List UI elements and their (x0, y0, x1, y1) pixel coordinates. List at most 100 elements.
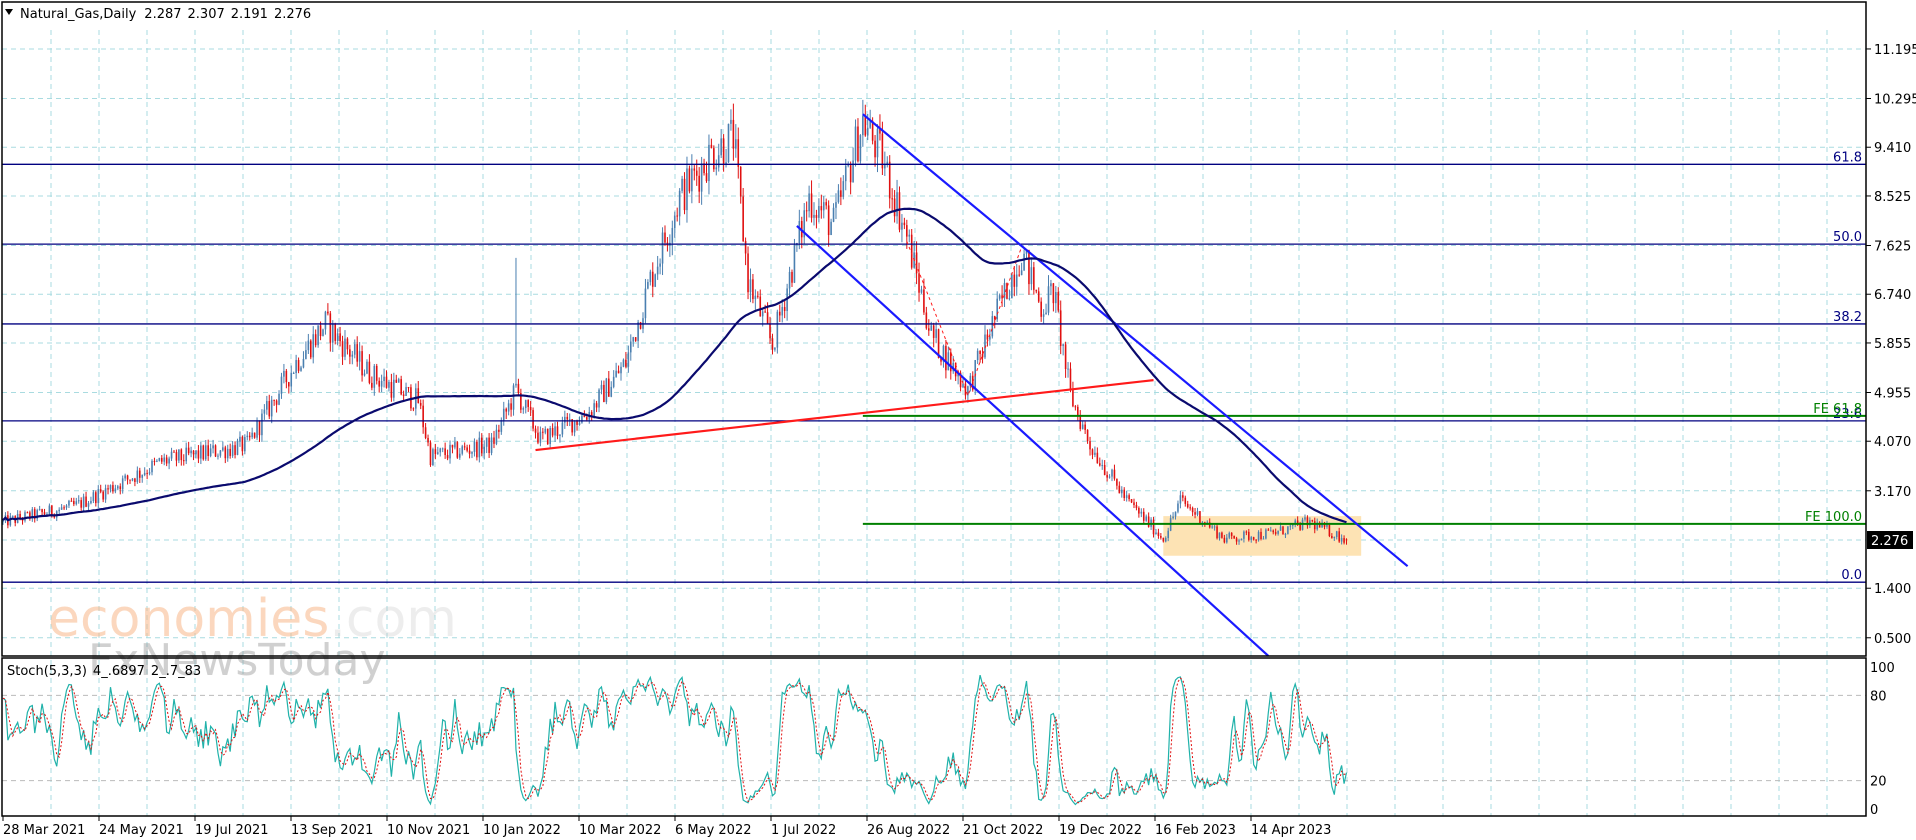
candle-body (947, 352, 950, 371)
candle-body (385, 376, 388, 388)
candle-body (500, 420, 503, 432)
candle-body (1226, 537, 1228, 543)
candle-body (173, 451, 175, 453)
candle-body (1345, 539, 1348, 541)
candle-body (1343, 538, 1345, 543)
symbol-label: Natural_Gas,Daily (20, 7, 137, 22)
candle-body (437, 452, 439, 454)
candle-body (1191, 507, 1194, 513)
candle-body (246, 435, 249, 438)
x-tick-label: 16 Feb 2023 (1155, 823, 1236, 838)
y-tick-label: 7.625 (1874, 240, 1911, 255)
high-value: 2.307 (188, 7, 225, 22)
candle-body (661, 232, 664, 264)
svg-text:Natural_Gas,Daily2.2872.3072.1: Natural_Gas,Daily 2.287 2.307 2.191 2.276 (20, 7, 311, 22)
candle-body (65, 505, 68, 508)
candle-body (901, 222, 903, 230)
candle-body (564, 416, 566, 423)
candle-body (1130, 499, 1133, 503)
candle-body (996, 298, 998, 320)
y-tick-label: 0.500 (1874, 632, 1911, 647)
candle-body (119, 486, 122, 490)
candle-body (681, 178, 683, 191)
candle-body (632, 337, 635, 342)
candle-body (1152, 519, 1155, 535)
candle-body (1101, 465, 1104, 467)
y-tick-label: 5.855 (1874, 337, 1911, 352)
candle-body (788, 271, 791, 289)
candle-body (471, 451, 473, 454)
x-tick-label: 28 Mar 2021 (3, 823, 85, 838)
candle-body (444, 448, 446, 456)
candle-body (629, 341, 632, 353)
candle-body (693, 168, 696, 171)
candle-body (686, 168, 688, 211)
candle-body (1277, 530, 1279, 534)
candle-body (1035, 289, 1038, 292)
candle-body (124, 475, 126, 479)
candle-body (1221, 532, 1223, 538)
candle-body (168, 458, 170, 464)
candle-body (554, 426, 556, 436)
candle-body (1140, 511, 1143, 514)
candle-body (258, 421, 261, 436)
candle-body (1289, 525, 1292, 527)
candle-body (695, 170, 698, 176)
candle-body (231, 445, 234, 456)
candle-body (774, 347, 776, 350)
y-tick-label: 4.070 (1874, 435, 1911, 450)
candle-body (312, 334, 315, 358)
candle-body (1279, 526, 1282, 531)
candle-body (820, 206, 823, 211)
candle-body (478, 437, 481, 458)
candle-body (1213, 526, 1216, 528)
candle-body (224, 447, 227, 459)
candle-body (278, 393, 280, 405)
candle-body (217, 455, 219, 457)
candle-body (612, 376, 615, 387)
candle-body (41, 509, 43, 513)
candle-body (99, 489, 102, 492)
candle-body (378, 380, 380, 387)
candle-body (1077, 406, 1079, 416)
candle-body (380, 381, 383, 387)
stoch-signal-value: 2_.7_83 (151, 664, 201, 679)
stoch-label: Stoch(5,3,3) 4_.6897 2_.7_83 (7, 664, 201, 679)
candle-body (893, 198, 896, 217)
candle-body (261, 413, 263, 436)
candle-body (273, 399, 275, 401)
candle-body (1094, 452, 1096, 455)
candle-body (1103, 465, 1106, 475)
candle-body (1020, 270, 1023, 276)
candle-body (134, 478, 136, 482)
candle-body (305, 350, 307, 359)
price-chart[interactable]: economies.com FxNewsToday 61.850.038.223… (0, 0, 1916, 840)
candle-body (1045, 312, 1047, 315)
candle-body (485, 437, 488, 447)
candle-body (1216, 526, 1218, 539)
candle-body (671, 227, 674, 243)
stoch-main-value: 4_.6897 (93, 664, 145, 679)
stoch-name: Stoch(5,3,3) (7, 664, 87, 679)
candle-body (77, 500, 80, 502)
candle-body (495, 429, 498, 444)
candle-body (1199, 511, 1201, 524)
stoch-main-line (2, 674, 1348, 806)
candle-body (783, 307, 786, 312)
dropdown-triangle-icon[interactable] (5, 9, 13, 15)
candle-body (930, 325, 933, 331)
candle-body (522, 408, 525, 410)
candle-body (400, 379, 402, 395)
candle-body (791, 271, 793, 283)
candle-body (1189, 507, 1191, 509)
candle-body (341, 341, 344, 357)
candle-body (512, 385, 515, 410)
candle-body (840, 190, 842, 197)
candle-body (1284, 533, 1287, 535)
candle-body (1042, 314, 1045, 317)
candle-body (1142, 511, 1145, 521)
candle-body (827, 205, 830, 236)
candle-body (1167, 530, 1169, 539)
candle-body (700, 163, 703, 192)
candle-body (742, 196, 744, 242)
